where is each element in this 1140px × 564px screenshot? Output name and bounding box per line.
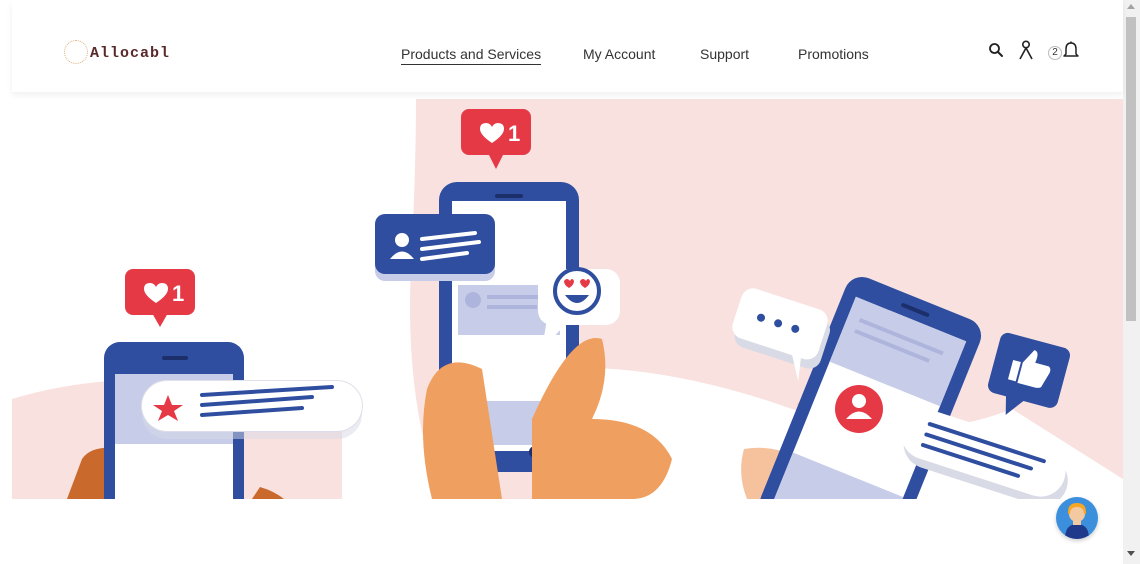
notifications-button[interactable]: 2 [1048, 40, 1079, 60]
page-scrollbar[interactable] [1123, 0, 1140, 564]
header-icons: 2 [988, 40, 1079, 60]
support-agent-icon [1065, 503, 1089, 539]
center-like-count: 1 [508, 121, 520, 146]
nav-my-account[interactable]: My Account [583, 46, 655, 62]
social-media-illustration: 1 1 [12, 99, 1123, 499]
nav-promotions[interactable]: Promotions [798, 46, 869, 62]
nav-support[interactable]: Support [700, 46, 749, 62]
hero-banner: 1 1 [12, 99, 1123, 499]
notification-count-badge: 2 [1048, 46, 1062, 60]
page: Allocabl Products and Services My Accoun… [0, 0, 1123, 564]
site-header: Allocabl Products and Services My Accoun… [12, 0, 1123, 92]
bell-icon [1063, 41, 1079, 57]
left-like-count: 1 [172, 281, 184, 306]
support-chat-button[interactable] [1056, 497, 1098, 539]
user-icon[interactable] [1018, 40, 1034, 60]
nav-products-and-services[interactable]: Products and Services [401, 46, 542, 65]
brand-logo[interactable]: Allocabl [64, 40, 171, 65]
search-icon[interactable] [988, 42, 1004, 58]
logo-mark-icon [64, 40, 88, 64]
scroll-up-arrow-icon[interactable] [1127, 4, 1135, 9]
brand-name: Allocabl [90, 44, 171, 62]
scrollbar-thumb[interactable] [1126, 17, 1136, 321]
scroll-down-arrow-icon[interactable] [1127, 551, 1135, 556]
